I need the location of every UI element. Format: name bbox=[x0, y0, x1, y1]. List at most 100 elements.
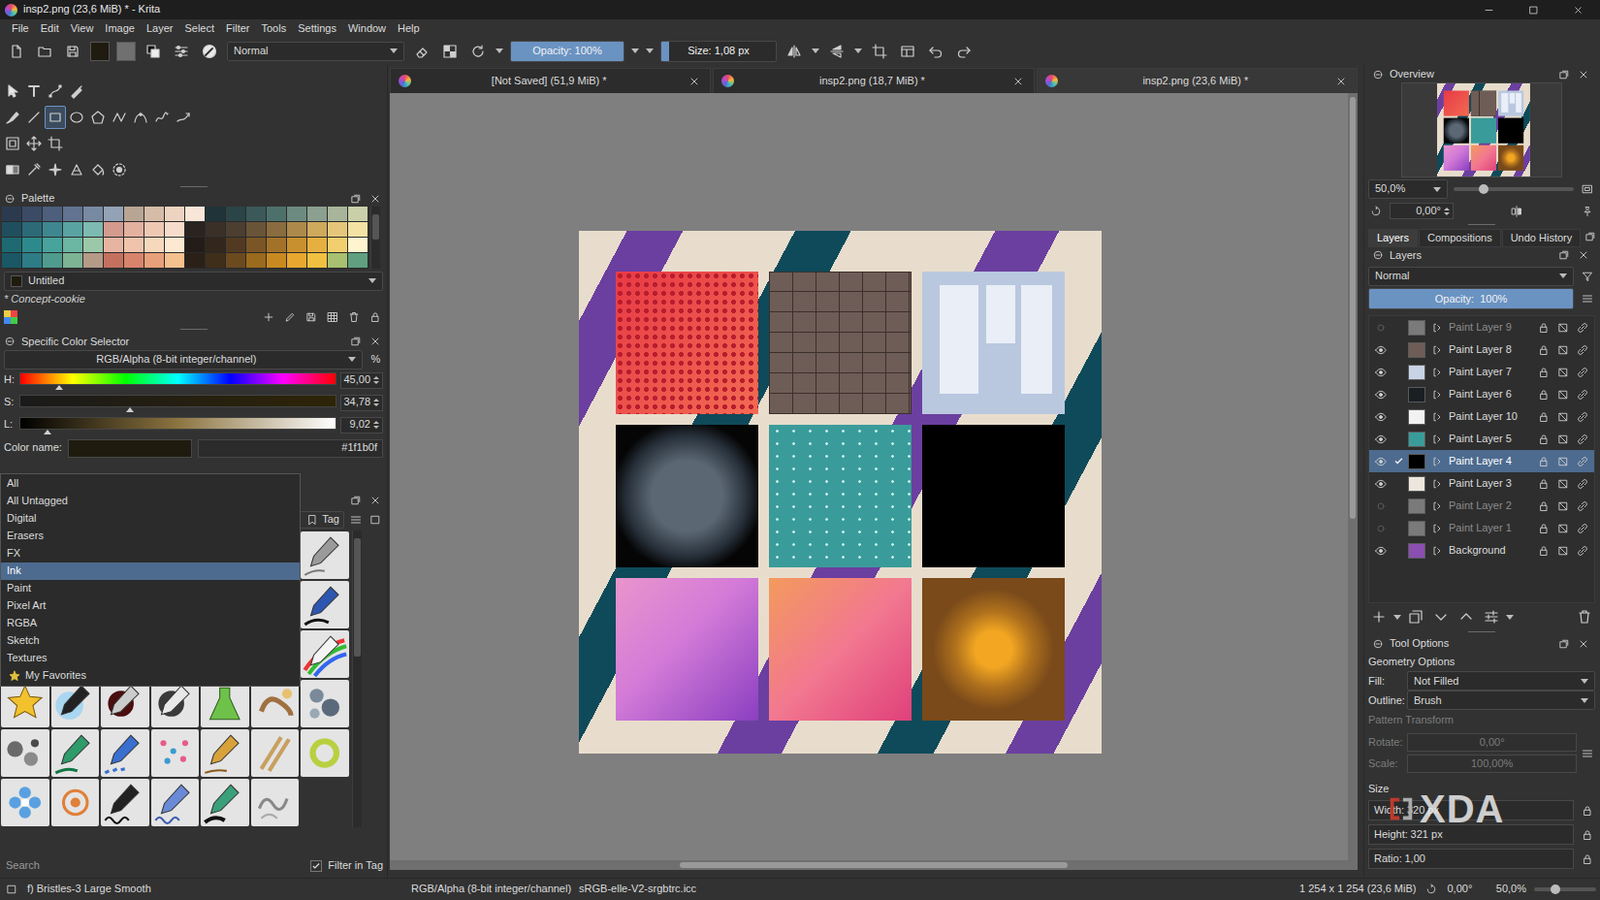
color-name-swatch[interactable] bbox=[67, 439, 192, 458]
menu-item[interactable]: View bbox=[64, 22, 100, 35]
palette-swatch[interactable] bbox=[205, 222, 226, 238]
alpha-lock-icon[interactable] bbox=[1555, 342, 1571, 358]
menu-item[interactable]: Tools bbox=[256, 22, 293, 35]
float-icon[interactable] bbox=[1556, 636, 1572, 652]
close-icon[interactable] bbox=[1575, 66, 1592, 83]
palette-swatch[interactable] bbox=[266, 237, 288, 254]
layer-row[interactable]: Paint Layer 10 bbox=[1369, 405, 1595, 428]
rotate-icon[interactable] bbox=[1368, 203, 1384, 220]
palette-swatch[interactable] bbox=[225, 222, 247, 238]
docker-menu-icon[interactable] bbox=[1370, 66, 1386, 83]
brush-preset-thumbnail-icon[interactable] bbox=[200, 729, 250, 777]
spin-up-icon[interactable] bbox=[373, 420, 380, 424]
close-tab-icon[interactable] bbox=[1333, 73, 1349, 90]
view-menu-icon[interactable] bbox=[348, 512, 364, 528]
gradient-swatch[interactable] bbox=[116, 41, 136, 62]
channel-gradient[interactable] bbox=[19, 372, 337, 385]
close-icon[interactable] bbox=[367, 191, 384, 207]
hidden-eye-icon[interactable] bbox=[1373, 520, 1389, 537]
menu-item[interactable]: Filter bbox=[220, 22, 256, 35]
edit-palette-icon[interactable] bbox=[282, 309, 298, 325]
tool-button[interactable] bbox=[129, 105, 152, 129]
channel-gradient[interactable] bbox=[19, 416, 337, 430]
palette-swatch[interactable] bbox=[246, 222, 267, 238]
layer-lock-icon[interactable] bbox=[1536, 476, 1552, 492]
brush-preset-thumbnail-icon[interactable] bbox=[51, 729, 100, 777]
filter-in-tag-label[interactable]: Filter in Tag bbox=[327, 859, 384, 872]
palette-swatch[interactable] bbox=[348, 222, 369, 238]
palette-swatch[interactable] bbox=[22, 237, 43, 254]
palette-swatch[interactable] bbox=[42, 253, 64, 269]
menu-item[interactable]: Settings bbox=[291, 22, 343, 35]
layer-row[interactable]: Background bbox=[1369, 539, 1595, 562]
layer-row[interactable]: Paint Layer 4 bbox=[1369, 449, 1595, 473]
splitter-handle[interactable] bbox=[0, 182, 387, 191]
size-lock-icon[interactable] bbox=[1579, 827, 1596, 843]
spin-arrows[interactable] bbox=[373, 420, 380, 429]
mirror-view-icon[interactable] bbox=[1508, 203, 1525, 220]
palette-swatch[interactable] bbox=[287, 253, 308, 269]
new-document-icon[interactable] bbox=[5, 40, 28, 63]
palette-swatch[interactable] bbox=[103, 237, 125, 254]
channel-value[interactable]: 9,02 bbox=[340, 416, 384, 434]
splitter-handle[interactable] bbox=[1368, 221, 1596, 229]
palette-swatch[interactable] bbox=[144, 206, 165, 223]
tool-button[interactable] bbox=[23, 79, 45, 103]
tag-option[interactable]: All Untagged bbox=[0, 492, 300, 511]
fg-bg-colors-icon[interactable] bbox=[142, 40, 164, 63]
tag-option[interactable]: Erasers bbox=[0, 527, 300, 545]
brush-preset-thumbnail-icon[interactable] bbox=[300, 729, 350, 777]
mirror-vertical-icon[interactable] bbox=[826, 40, 848, 63]
menu-item[interactable]: File bbox=[5, 22, 35, 35]
redo-icon[interactable] bbox=[953, 40, 975, 63]
brush-settings-icon[interactable] bbox=[170, 40, 192, 63]
layer-checkbox[interactable] bbox=[1392, 433, 1405, 446]
tool-button[interactable] bbox=[151, 105, 173, 129]
layer-opacity-slider[interactable]: Opacity: 100% bbox=[1368, 288, 1574, 310]
zoom-slider[interactable] bbox=[1453, 187, 1574, 192]
caret-icon[interactable] bbox=[645, 48, 654, 54]
layer-checkbox[interactable] bbox=[1392, 321, 1405, 334]
palette-swatch[interactable] bbox=[1, 222, 23, 238]
inherit-alpha-icon[interactable] bbox=[1574, 386, 1591, 403]
channel-gradient[interactable] bbox=[19, 394, 337, 408]
palette-swatch[interactable] bbox=[83, 222, 104, 238]
rotation-spin[interactable]: 0,00° bbox=[1389, 202, 1454, 220]
move-layer-up-icon[interactable] bbox=[1455, 606, 1477, 628]
palette-swatch[interactable] bbox=[205, 237, 226, 254]
palette-swatch[interactable] bbox=[185, 237, 206, 254]
visible-eye-icon[interactable] bbox=[1373, 431, 1389, 448]
caret-icon[interactable] bbox=[368, 278, 377, 284]
channel-marker-icon[interactable] bbox=[43, 429, 52, 435]
palette-scrollbar[interactable] bbox=[370, 206, 381, 269]
brush-preset-thumbnail-icon[interactable] bbox=[0, 778, 50, 827]
brush-preset[interactable] bbox=[99, 777, 151, 828]
palette-swatch[interactable] bbox=[63, 253, 84, 269]
alpha-lock-icon[interactable] bbox=[1555, 476, 1571, 492]
scroll-thumb[interactable] bbox=[679, 862, 1067, 868]
visible-eye-icon[interactable] bbox=[1373, 476, 1389, 492]
brush-preset[interactable] bbox=[0, 777, 51, 828]
inherit-alpha-icon[interactable] bbox=[1574, 476, 1591, 492]
palette-swatch[interactable] bbox=[327, 222, 349, 238]
palette-swatch[interactable] bbox=[144, 222, 165, 238]
tag-option[interactable]: All bbox=[0, 475, 300, 493]
add-layer-icon[interactable] bbox=[1368, 606, 1390, 628]
menu-item[interactable]: Window bbox=[342, 22, 392, 35]
filter-in-tag-checkbox[interactable] bbox=[310, 860, 322, 872]
caret-icon[interactable] bbox=[631, 48, 640, 54]
alpha-lock-icon[interactable] bbox=[1555, 543, 1571, 559]
palette-swatch[interactable] bbox=[42, 237, 64, 254]
canvas-viewport[interactable] bbox=[389, 93, 1348, 861]
caret-icon[interactable] bbox=[1580, 698, 1589, 704]
layer-row[interactable]: Paint Layer 3 bbox=[1369, 472, 1595, 495]
document-tab[interactable]: insp2.png (23,6 MiB) * bbox=[1036, 67, 1358, 94]
tag-option[interactable]: FX bbox=[0, 544, 300, 563]
hidden-eye-icon[interactable] bbox=[1373, 498, 1389, 514]
spin-up-icon[interactable] bbox=[373, 398, 380, 402]
brush-preset[interactable] bbox=[50, 728, 101, 778]
palette-swatch[interactable] bbox=[307, 237, 328, 254]
move-layer-down-icon[interactable] bbox=[1430, 606, 1452, 628]
tool-button[interactable] bbox=[23, 105, 45, 129]
preset-scrollbar[interactable] bbox=[352, 530, 362, 828]
